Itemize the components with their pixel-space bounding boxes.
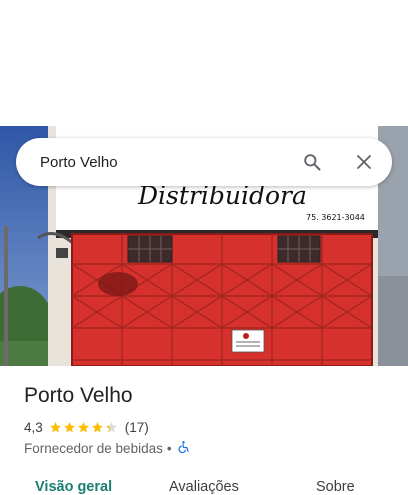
category-row: Fornecedor de bebidas • [24,439,190,457]
review-count[interactable]: (17) [125,420,149,435]
place-category[interactable]: Fornecedor de bebidas [24,441,163,456]
sign-phone: 75. 3621-3044 [306,213,365,222]
star-icon [91,421,103,432]
rating-value: 4,3 [24,419,43,435]
tab-overview[interactable]: Visão geral [35,479,112,495]
search-input[interactable]: Porto Velho [40,154,292,171]
star-icon [63,421,75,432]
separator-dot: • [166,440,172,456]
star-icon [105,421,117,432]
tab-bar: Visão geral Avaliações Sobre [0,472,408,495]
search-icon[interactable] [292,142,332,182]
top-blank-area [0,0,408,126]
star-icon [77,421,89,432]
search-bar[interactable]: Porto Velho [16,138,392,186]
tab-reviews[interactable]: Avaliações [169,479,239,495]
wheelchair-icon [177,440,190,457]
star-rating [49,421,119,434]
rating-row[interactable]: 4,3 (17) [24,418,149,436]
close-icon[interactable] [344,142,384,182]
star-icon [49,421,61,432]
place-title: Porto Velho [24,384,133,407]
tab-about[interactable]: Sobre [316,479,355,495]
